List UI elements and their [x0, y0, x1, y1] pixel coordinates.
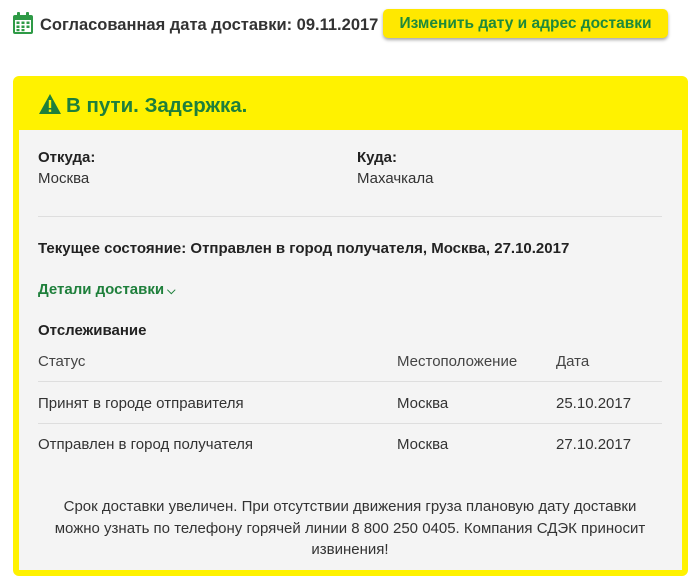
from-label: Откуда: [38, 149, 96, 166]
tracking-title: Отслеживание [38, 322, 147, 339]
top-bar: Согласованная дата доставки: 09.11.2017 … [0, 0, 700, 60]
chevron-down-icon: ⌵ [167, 285, 176, 297]
change-date-address-button[interactable]: Изменить дату и адрес доставки [383, 9, 668, 38]
status-title-text: В пути. Задержка. [66, 94, 248, 117]
current-state: Текущее состояние: Отправлен в город пол… [38, 240, 570, 257]
delivery-details-label: Детали доставки [38, 281, 165, 298]
calendar-icon [13, 12, 33, 34]
notice-line: можно узнать по телефону горячей линии 8… [54, 519, 646, 537]
status-title: В пути. Задержка. [38, 94, 247, 118]
delay-notice: Срок доставки увеличен. При отсутствии д… [38, 496, 662, 561]
row-status: Отправлен в город получателя [38, 436, 254, 453]
agreed-delivery-date: Согласованная дата доставки: 09.11.2017 [40, 16, 379, 34]
divider [38, 216, 662, 217]
column-header-date: Дата [556, 353, 590, 370]
notice-line: извинения! [311, 541, 389, 558]
delivery-details-link[interactable]: Детали доставки ⌵ [38, 281, 175, 298]
from-value: Москва [38, 170, 90, 187]
column-header-location: Местоположение [397, 353, 518, 370]
table-divider [38, 423, 662, 424]
row-location: Москва [397, 395, 449, 412]
column-header-status: Статус [38, 353, 86, 370]
row-date: 25.10.2017 [556, 395, 632, 412]
row-location: Москва [397, 436, 449, 453]
to-label: Куда: [357, 149, 397, 166]
row-date: 27.10.2017 [556, 436, 632, 453]
to-value: Махачкала [357, 170, 434, 187]
table-divider [38, 381, 662, 382]
notice-line: Срок доставки увеличен. При отсутствии д… [63, 498, 637, 515]
row-status: Принят в городе отправителя [38, 395, 244, 412]
